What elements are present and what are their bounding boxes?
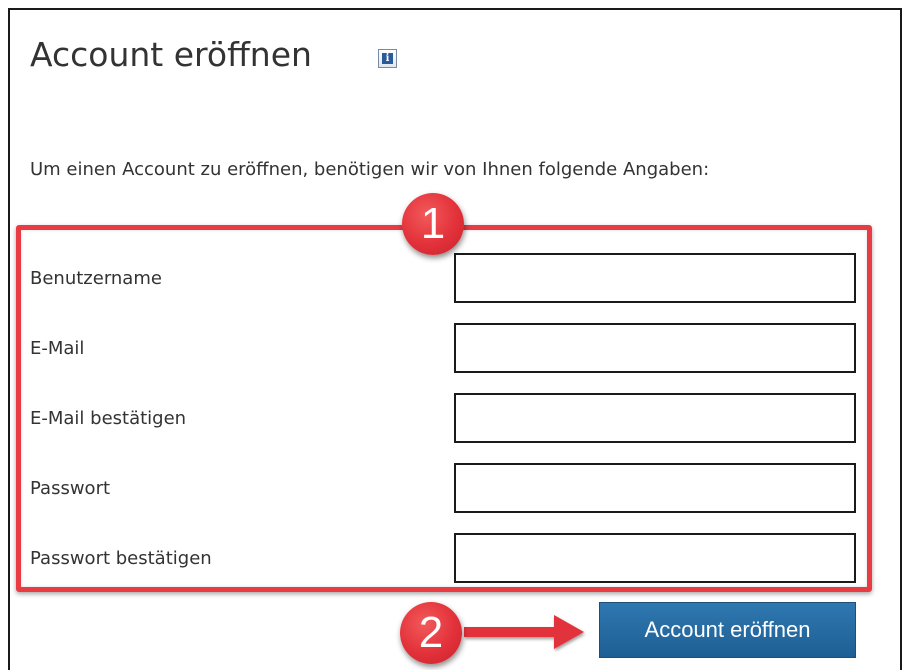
password-confirm-label: Passwort bestätigen — [30, 548, 212, 569]
form-row-email-confirm: E-Mail bestätigen — [0, 393, 902, 445]
account-open-button[interactable]: Account eröffnen — [599, 602, 856, 658]
form-row-password-confirm: Passwort bestätigen — [0, 533, 902, 585]
info-icon-glyph: i — [382, 53, 393, 64]
form-row-email: E-Mail — [0, 323, 902, 375]
email-input[interactable] — [454, 323, 856, 373]
form-row-username: Benutzername — [0, 253, 902, 305]
username-label: Benutzername — [30, 268, 162, 289]
page-title: Account eröffnen — [30, 35, 312, 74]
email-confirm-input[interactable] — [454, 393, 856, 443]
intro-text: Um einen Account zu eröffnen, benötigen … — [30, 159, 710, 180]
password-label: Passwort — [30, 478, 111, 499]
step-badge-1: 1 — [402, 193, 464, 255]
arrow-right-icon — [464, 615, 584, 649]
form-row-password: Passwort — [0, 463, 902, 515]
info-icon[interactable]: i — [378, 49, 397, 68]
email-label: E-Mail — [30, 338, 85, 359]
username-input[interactable] — [454, 253, 856, 303]
email-confirm-label: E-Mail bestätigen — [30, 408, 187, 429]
password-input[interactable] — [454, 463, 856, 513]
step-badge-2: 2 — [400, 602, 462, 664]
password-confirm-input[interactable] — [454, 533, 856, 583]
